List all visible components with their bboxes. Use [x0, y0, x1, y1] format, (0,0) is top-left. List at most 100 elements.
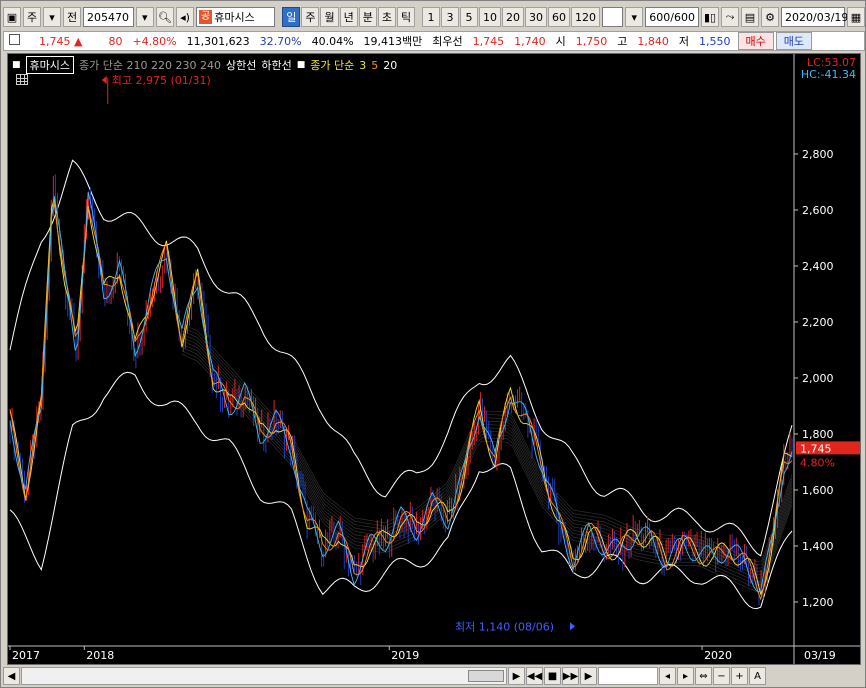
x-tick-label-3: 2020: [704, 649, 732, 662]
scroll-thumb[interactable]: [468, 670, 504, 682]
sell-button[interactable]: 매도: [775, 32, 813, 50]
chart-canvas: 2,800 2,600 2,400 2,200 2,000 1,800 1,600 1,400…: [8, 54, 860, 664]
legend-lower[interactable]: 하한선: [261, 57, 291, 73]
tool-icon[interactable]: ⤳: [721, 7, 739, 27]
tab-4[interactable]: 분: [358, 7, 377, 27]
zoom-fit-icon[interactable]: ⇔: [695, 667, 712, 685]
legend-ma5[interactable]: 5: [371, 59, 378, 72]
ma20-line: [9, 192, 793, 592]
save-icon[interactable]: ▤: [741, 7, 759, 27]
long-ma-line-7: [181, 330, 793, 569]
auto-button[interactable]: A: [749, 667, 766, 685]
interval-2[interactable]: 5: [460, 7, 479, 27]
y-tick-label-6: 1,600: [802, 484, 834, 497]
hc-value: HC:-41.34: [800, 68, 856, 81]
price-tag-pct: 4.80%: [800, 456, 835, 469]
volume: 11,301,623: [186, 34, 250, 48]
zoom-right-icon[interactable]: ▸: [677, 667, 694, 685]
search-icon[interactable]: 🔍︎: [155, 7, 175, 27]
stock-name-box[interactable]: 공 휴마시스: [196, 7, 276, 27]
long-ma-line-4: [181, 340, 793, 579]
legend-stock[interactable]: 휴마시스: [25, 56, 74, 74]
legend-ma3[interactable]: 3: [359, 59, 366, 72]
high-annotation: 최고 2,975 (01/31): [112, 74, 211, 87]
rewind-button[interactable]: ◀◀: [526, 667, 543, 685]
forward-button[interactable]: ▶▶: [562, 667, 579, 685]
price-chart[interactable]: ■ 휴마시스 종가 단순 210 220 230 240 상한선 하한선 ■ 종…: [7, 53, 861, 665]
y-tick-label-8: 1,200: [802, 596, 834, 609]
count-field[interactable]: 600/600: [645, 7, 699, 27]
y-tick-label-0: 2,800: [802, 148, 834, 161]
tab-5[interactable]: 초: [377, 7, 396, 27]
x-tick-label-2: 2019: [391, 649, 419, 662]
tab-2[interactable]: 월: [320, 7, 339, 27]
legend-ma20[interactable]: 20: [383, 59, 397, 72]
tab-0[interactable]: 일: [282, 7, 301, 27]
zoom-out-button[interactable]: −: [713, 667, 730, 685]
window-icon[interactable]: ▣: [3, 7, 21, 27]
volume-ratio: 32.70%: [259, 34, 302, 48]
bottom-bar: ◀ ▶ ◀◀ ■ ▶▶ ▶ ◂ ▸ ⇔ − + A: [3, 665, 865, 687]
chevron-down-icon[interactable]: ▾: [43, 7, 61, 27]
play-button[interactable]: ▶: [580, 667, 597, 685]
stock-name: 휴마시스: [214, 11, 255, 24]
interval-3[interactable]: 10: [479, 7, 502, 27]
interval-7[interactable]: 120: [571, 7, 601, 27]
chart-legend: ■ 휴마시스 종가 단순 210 220 230 240 상한선 하한선 ■ 종…: [12, 56, 397, 74]
legend-ma-long[interactable]: 종가 단순 210 220 230 240: [79, 57, 221, 73]
y-tick-label-1: 2,600: [802, 204, 834, 217]
calendar-icon[interactable]: ▦: [847, 7, 865, 27]
zoom-in-button[interactable]: +: [731, 667, 748, 685]
legend-ma-short-label[interactable]: 종가 단순: [310, 57, 354, 73]
tab-1[interactable]: 주: [301, 7, 320, 27]
candle-icon[interactable]: ▮▯: [701, 7, 719, 27]
prev-button[interactable]: 전: [63, 7, 81, 27]
gear-icon[interactable]: ⚙: [761, 7, 779, 27]
code-dropdown-icon[interactable]: ▾: [135, 7, 154, 27]
speaker-icon[interactable]: ◂): [176, 7, 195, 27]
zoom-slider[interactable]: [598, 667, 658, 685]
interval-4[interactable]: 20: [502, 7, 525, 27]
count-value: 600: [649, 10, 671, 24]
up-arrow-icon: ▲: [74, 34, 83, 48]
interval-1[interactable]: 3: [441, 7, 460, 27]
interval-input[interactable]: [602, 7, 624, 27]
interval-5[interactable]: 30: [525, 7, 548, 27]
date-value: 2020/03/19: [785, 10, 849, 24]
x-tick-label-0: 2017: [12, 649, 40, 662]
long-ma-line-6: [181, 333, 793, 572]
interval-0[interactable]: 1: [422, 7, 441, 27]
x-tick-label-1: 2018: [86, 649, 114, 662]
horizontal-scrollbar[interactable]: [21, 667, 507, 685]
low-price: 1,550: [699, 34, 731, 48]
current-price: 1,745 ▲: [39, 34, 83, 48]
tab-3[interactable]: 년: [339, 7, 358, 27]
zoom-left-icon[interactable]: ◂: [659, 667, 676, 685]
code-input[interactable]: 205470: [83, 7, 134, 27]
scroll-right-icon[interactable]: ▶: [508, 667, 525, 685]
toolbar: ▣ 주 ▾ 전 205470 ▾ 🔍︎ ◂) 공 휴마시스 일주월년분초틱 13…: [3, 5, 865, 29]
gong-tag: 공: [199, 10, 213, 24]
open-label: 시: [555, 35, 566, 48]
y-tick-label-3: 2,200: [802, 316, 834, 329]
x-tick-label-4: 03/19: [804, 649, 836, 662]
interval-6[interactable]: 60: [548, 7, 571, 27]
buy-button[interactable]: 매수: [737, 32, 774, 50]
date-input[interactable]: 2020/03/19: [781, 7, 849, 27]
tab-6[interactable]: 틱: [396, 7, 416, 27]
long-ma-line-3: [181, 343, 793, 582]
y-tick-label-7: 1,400: [802, 540, 834, 553]
quote-checkbox[interactable]: [9, 34, 20, 45]
legend-upper[interactable]: 상한선: [226, 57, 256, 73]
low-label: 저: [678, 35, 690, 48]
count-total: /600: [670, 10, 695, 24]
price-change: 80: [108, 34, 123, 48]
stop-button[interactable]: ■: [544, 667, 561, 685]
trade-amount: 19,413백만: [363, 35, 423, 48]
interval-dropdown-icon[interactable]: ▾: [625, 7, 644, 27]
long-ma-line-0: [181, 353, 793, 593]
table-icon[interactable]: [16, 74, 28, 85]
period-button[interactable]: 주: [23, 7, 41, 27]
long-ma-line-2: [181, 347, 793, 586]
scroll-left-icon[interactable]: ◀: [3, 667, 20, 685]
